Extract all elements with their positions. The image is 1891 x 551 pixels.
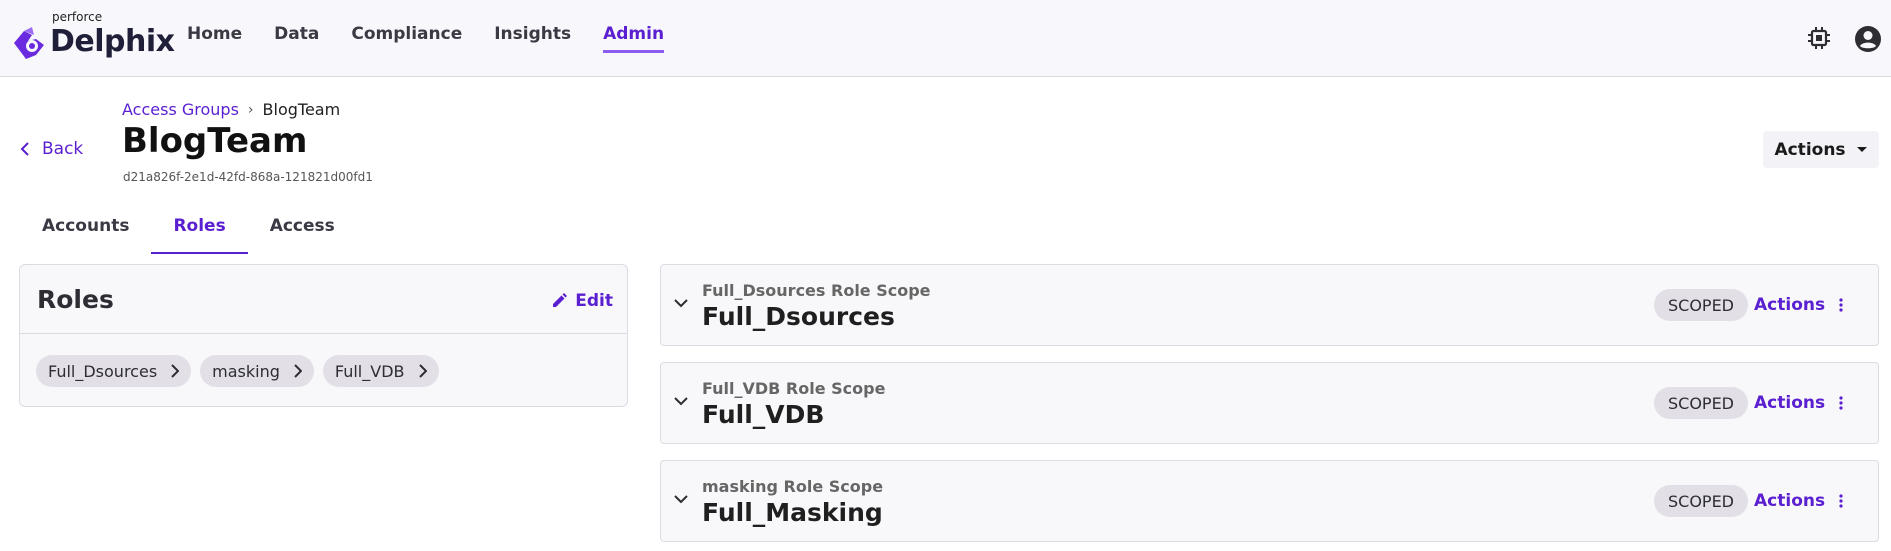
actions-dropdown-button[interactable]: Actions (1763, 131, 1879, 168)
nav-item-insights[interactable]: Insights (494, 24, 571, 53)
role-chips: Full_Dsources masking Full_VDB (36, 355, 439, 387)
more-vertical-icon (1839, 494, 1843, 508)
role-scope-panel[interactable]: Full_Dsources Role Scope Full_Dsources S… (660, 264, 1879, 346)
delphix-logo-icon (14, 27, 44, 59)
actions-label: Actions (1774, 139, 1846, 160)
tab-bar: Accounts Roles Access (20, 212, 357, 254)
scope-actions-label: Actions (1754, 295, 1826, 315)
chevron-down-icon[interactable] (674, 299, 688, 308)
edit-label: Edit (575, 291, 613, 311)
chevron-left-icon (20, 142, 29, 156)
role-chip-label: masking (212, 361, 280, 381)
card-divider (20, 333, 627, 334)
status-badge: SCOPED (1654, 289, 1748, 321)
tab-roles[interactable]: Roles (151, 212, 248, 254)
top-navigation-bar: perforce Delphix Home Data Compliance In… (0, 0, 1891, 77)
brand-small-text: perforce (52, 10, 103, 24)
breadcrumb-current: BlogTeam (262, 100, 341, 119)
scope-actions-button[interactable]: Actions (1754, 393, 1843, 413)
scope-actions-button[interactable]: Actions (1754, 491, 1843, 511)
edit-roles-button[interactable]: Edit (551, 291, 613, 311)
roles-card-title: Roles (37, 285, 114, 314)
scope-subtitle: Full_Dsources Role Scope (702, 281, 931, 300)
scope-name: Full_VDB (702, 400, 825, 429)
scope-name: Full_Dsources (702, 302, 895, 331)
chip-icon[interactable] (1805, 24, 1833, 52)
role-chip-label: Full_Dsources (48, 361, 158, 381)
pencil-icon (553, 293, 568, 307)
role-scope-panel[interactable]: Full_VDB Role Scope Full_VDB SCOPED Acti… (660, 362, 1879, 444)
delphix-logo[interactable]: perforce Delphix (10, 10, 175, 60)
role-scope-panel[interactable]: masking Role Scope Full_Masking SCOPED A… (660, 460, 1879, 542)
roles-card: Roles Edit Full_Dsources masking Full_VD… (19, 264, 628, 407)
back-button[interactable]: Back (20, 139, 83, 159)
group-id: d21a826f-2e1d-42fd-868a-121821d00fd1 (123, 170, 373, 184)
nav-item-data[interactable]: Data (274, 24, 319, 53)
scope-name: Full_Masking (702, 498, 883, 527)
back-label: Back (42, 139, 84, 159)
role-chip-label: Full_VDB (334, 361, 405, 381)
chevron-right-icon: › (247, 101, 254, 118)
scope-actions-label: Actions (1754, 393, 1826, 413)
breadcrumb: Access Groups › BlogTeam (122, 100, 340, 119)
more-vertical-icon (1839, 298, 1843, 312)
top-icons (1805, 24, 1881, 52)
main-nav: Home Data Compliance Insights Admin (187, 24, 696, 53)
page-title: BlogTeam (122, 121, 308, 161)
role-chip[interactable]: Full_VDB (322, 355, 439, 387)
chevron-right-icon (171, 364, 180, 378)
chevron-down-icon[interactable] (674, 495, 688, 504)
status-badge: SCOPED (1654, 485, 1748, 517)
chevron-right-icon (418, 364, 427, 378)
role-chip[interactable]: masking (200, 355, 314, 387)
chevron-down-icon[interactable] (674, 397, 688, 406)
nav-item-compliance[interactable]: Compliance (351, 24, 462, 53)
breadcrumb-access-groups[interactable]: Access Groups (122, 100, 239, 119)
scope-actions-label: Actions (1754, 491, 1826, 511)
more-vertical-icon (1839, 396, 1843, 410)
nav-item-admin[interactable]: Admin (603, 24, 665, 53)
brand-name: Delphix (50, 24, 175, 59)
scope-actions-button[interactable]: Actions (1754, 295, 1843, 315)
account-circle-icon[interactable] (1853, 24, 1881, 52)
caret-down-icon (1856, 146, 1867, 152)
scope-subtitle: masking Role Scope (702, 477, 884, 496)
tab-accounts[interactable]: Accounts (20, 212, 151, 254)
role-chip[interactable]: Full_Dsources (36, 355, 192, 387)
chevron-right-icon (294, 364, 302, 378)
nav-item-home[interactable]: Home (187, 24, 242, 53)
scope-subtitle: Full_VDB Role Scope (702, 379, 886, 398)
status-badge: SCOPED (1654, 387, 1748, 419)
tab-access[interactable]: Access (248, 212, 357, 254)
